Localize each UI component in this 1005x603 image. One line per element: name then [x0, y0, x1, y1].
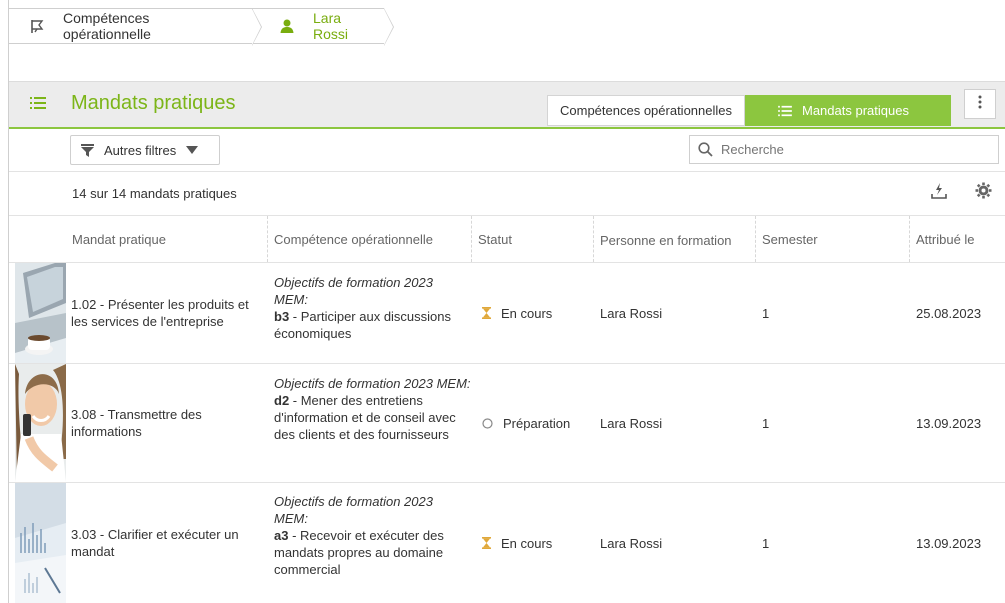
hourglass-icon — [482, 537, 491, 549]
competence-cell: Objectifs de formation 2023 MEM: b3 - Pa… — [274, 263, 468, 363]
mandate-name[interactable]: 3.03 - Clarifier et exécuter un mandat — [71, 483, 267, 603]
breadcrumb: Compétences opérationnelle Lara Rossi — [8, 8, 394, 46]
semester-value: 1 — [762, 305, 770, 321]
column-header-status[interactable]: Statut — [472, 216, 594, 262]
search-input[interactable] — [719, 141, 993, 158]
status-cell: En cours — [482, 263, 592, 363]
breadcrumb-item-person[interactable]: Lara Rossi — [252, 8, 394, 46]
breadcrumb-label: Compétences opérationnelle — [63, 10, 151, 42]
objective-title: Objectifs de formation 2023 MEM: — [274, 494, 433, 526]
caret-down-icon — [186, 146, 199, 154]
search-icon — [698, 142, 713, 157]
other-filters-label: Autres filtres — [104, 142, 177, 158]
tab-label: Compétences opérationnelles — [560, 103, 732, 118]
tab-competences[interactable]: Compétences opérationnelles — [547, 95, 745, 126]
tab-mandats[interactable]: Mandats pratiques — [745, 95, 951, 126]
person-name: Lara Rossi — [600, 305, 663, 321]
status-label: En cours — [501, 305, 553, 321]
column-header-competence[interactable]: Compétence opérationnelle — [268, 216, 472, 262]
mandate-thumbnail — [15, 364, 66, 482]
status-label: Préparation — [503, 415, 571, 431]
flag-icon — [29, 18, 45, 34]
competence-cell: Objectifs de formation 2023 MEM: a3 - Re… — [274, 483, 468, 603]
other-filters-button[interactable]: Autres filtres — [70, 135, 220, 165]
status-cell: En cours — [482, 483, 592, 603]
objective-title: Objectifs de formation 2023 MEM: — [274, 275, 433, 307]
objective-code: a3 — [274, 528, 289, 543]
assigned-date: 25.08.2023 — [916, 305, 982, 321]
objective-text: - Mener des entretiens d'information et … — [274, 393, 456, 442]
download-icon[interactable] — [930, 182, 948, 205]
objective-code: b3 — [274, 309, 290, 324]
kebab-menu-button[interactable] — [964, 89, 996, 119]
objective-text: - Recevoir et exécuter des mandats propr… — [274, 528, 444, 577]
filter-icon — [81, 143, 94, 157]
column-header-mandate[interactable]: Mandat pratique — [66, 216, 268, 262]
kebab-menu-icon — [978, 95, 982, 114]
person-name: Lara Rossi — [600, 415, 663, 431]
user-icon — [279, 18, 295, 34]
objective-code: d2 — [274, 393, 290, 408]
column-header-person[interactable]: Personne en formation — [594, 216, 756, 262]
status-cell: Préparation — [482, 364, 592, 482]
semester-value: 1 — [762, 535, 770, 551]
mandate-thumbnail — [15, 263, 66, 363]
gear-icon[interactable] — [975, 182, 992, 204]
hourglass-icon — [482, 307, 491, 319]
view-tabs: Compétences opérationnelles Mandats prat… — [547, 95, 951, 127]
assigned-date: 13.09.2023 — [916, 415, 982, 431]
list-icon — [30, 96, 46, 115]
tab-label: Mandats pratiques — [802, 103, 909, 118]
status-label: En cours — [501, 535, 553, 551]
panel-header: Mandats pratiques Compétences opérationn… — [9, 81, 1005, 129]
column-header-assigned[interactable]: Attribué le — [910, 216, 1005, 262]
column-header-semester[interactable]: Semester — [756, 216, 910, 262]
semester-value: 1 — [762, 415, 770, 431]
search-box[interactable] — [689, 135, 999, 164]
objective-text: - Participer aux discussions économiques — [274, 309, 452, 341]
breadcrumb-label: Lara Rossi — [313, 10, 349, 42]
competence-cell: Objectifs de formation 2023 MEM: d2 - Me… — [274, 364, 472, 482]
breadcrumb-item-competences[interactable]: Compétences opérationnelle — [8, 8, 262, 46]
mandate-name[interactable]: 1.02 - Présenter les produits et les ser… — [71, 263, 267, 363]
divider — [9, 171, 1005, 172]
person-name: Lara Rossi — [600, 535, 663, 551]
objective-title: Objectifs de formation 2023 MEM: — [274, 376, 471, 391]
result-count: 14 sur 14 mandats pratiques — [72, 186, 237, 201]
mandate-thumbnail — [15, 483, 66, 603]
circle-icon — [482, 417, 493, 429]
mandate-name[interactable]: 3.08 - Transmettre des informations — [71, 364, 267, 482]
page-title: Mandats pratiques — [71, 92, 236, 114]
list-icon — [778, 105, 792, 117]
assigned-date: 13.09.2023 — [916, 535, 982, 551]
